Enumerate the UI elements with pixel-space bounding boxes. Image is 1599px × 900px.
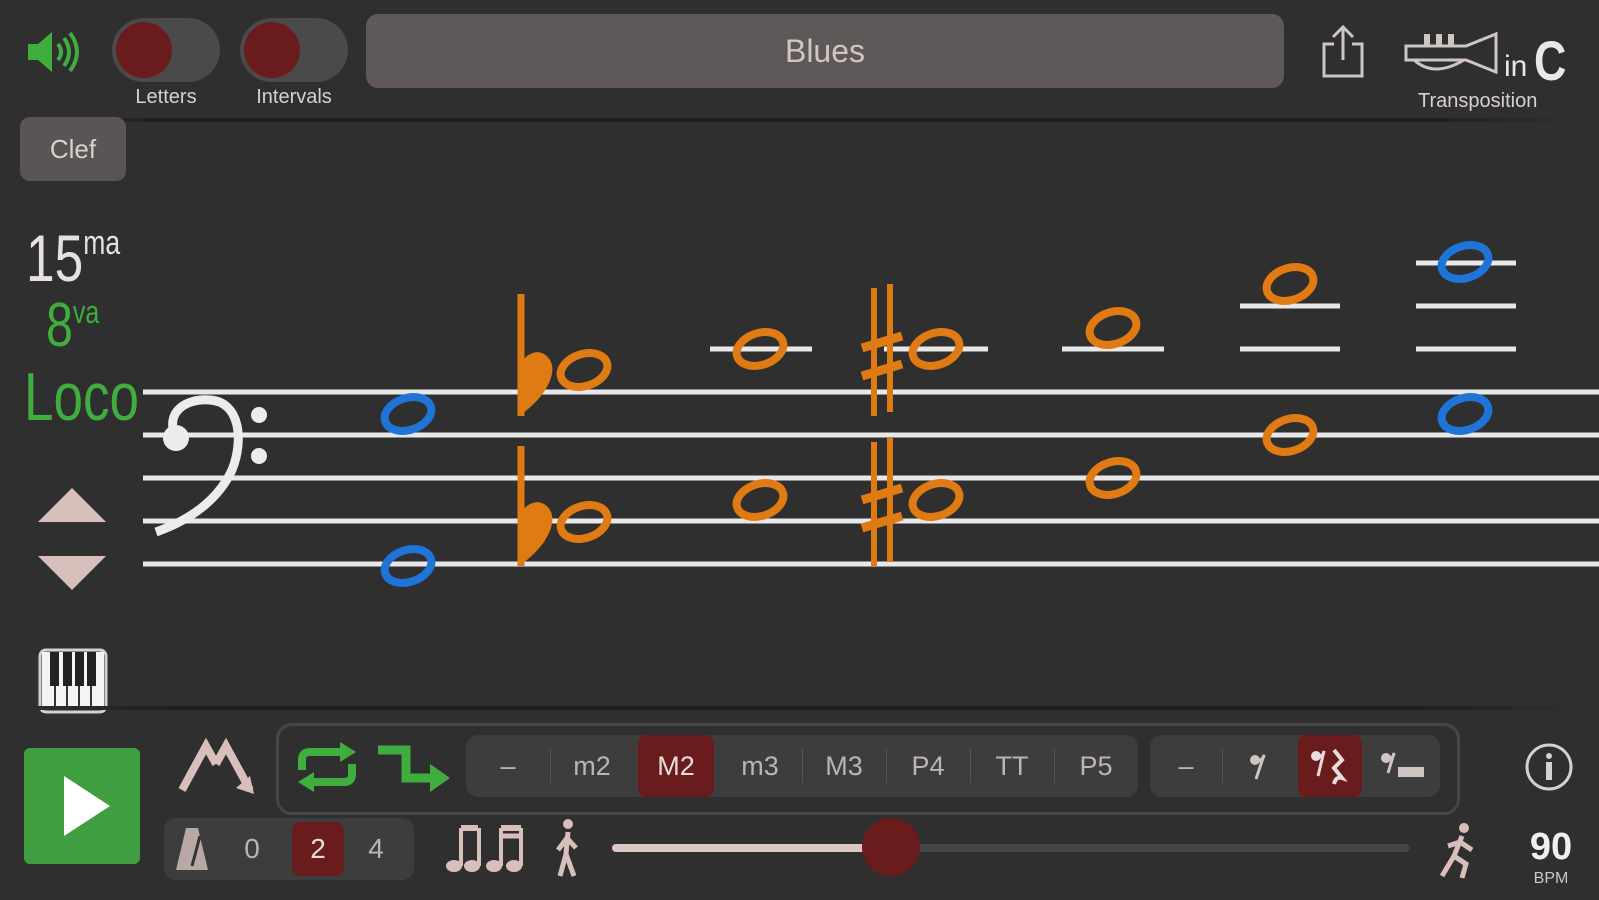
interval-option[interactable]: P5 (1054, 735, 1138, 797)
rhythm-notes-icon[interactable] (444, 822, 526, 874)
rest-option[interactable] (1366, 735, 1438, 797)
note-orange (556, 349, 612, 391)
flat-signs (517, 294, 553, 566)
count-in-option-selected[interactable]: 2 (292, 822, 344, 876)
note-orange (732, 479, 788, 521)
long-rest-icon (1381, 752, 1424, 777)
note-orange (1085, 307, 1141, 349)
repeat-icon[interactable] (294, 742, 360, 792)
interval-option[interactable]: m2 (550, 735, 634, 797)
note-orange (908, 479, 964, 521)
interval-option[interactable]: – (466, 735, 550, 797)
play-button[interactable] (24, 748, 140, 864)
tempo-slider[interactable] (612, 818, 1410, 876)
tempo-slider-knob[interactable] (862, 818, 920, 876)
rest-option-selected[interactable] (1298, 735, 1362, 797)
interval-option[interactable]: P4 (886, 735, 970, 797)
flat-sign-icon (517, 294, 553, 416)
up-down-direction-icon[interactable] (176, 737, 256, 796)
play-icon (64, 776, 110, 836)
note-orange (1262, 263, 1318, 305)
interval-option[interactable]: m3 (718, 735, 802, 797)
note-blue (1437, 393, 1493, 435)
staff (143, 241, 1599, 587)
running-fast-icon (1436, 822, 1480, 880)
sharp-sign-icon (860, 438, 904, 566)
count-in-option[interactable]: 4 (352, 818, 400, 880)
mixed-rest-icon (1311, 748, 1348, 785)
count-in-selector: 0 2 4 (164, 818, 414, 880)
sharp-signs (860, 284, 904, 566)
rest-selector: – (1150, 735, 1440, 797)
flat-sign-icon (517, 446, 553, 566)
bass-clef-icon (154, 395, 267, 537)
tempo-unit: BPM (1533, 870, 1569, 887)
metronome-icon (174, 826, 210, 872)
interval-selector: – m2 M2 m3 M3 P4 TT P5 (466, 735, 1138, 797)
interval-option[interactable]: M3 (802, 735, 886, 797)
rest-option[interactable]: – (1150, 735, 1222, 797)
ledger-lines (710, 260, 1516, 352)
tempo-value: 90 (1529, 826, 1573, 868)
walking-slow-icon (550, 818, 584, 880)
tempo-slider-fill (612, 844, 891, 852)
bottom-divider (20, 706, 1575, 710)
count-in-option[interactable]: 0 (228, 818, 276, 880)
step-pattern-icon[interactable] (376, 742, 452, 794)
interval-option-selected[interactable]: M2 (638, 735, 714, 797)
rest-option[interactable] (1222, 735, 1294, 797)
eighth-rest-icon (1250, 754, 1266, 780)
interval-option[interactable]: TT (970, 735, 1054, 797)
note-blue (380, 393, 436, 435)
info-icon[interactable] (1524, 742, 1574, 792)
